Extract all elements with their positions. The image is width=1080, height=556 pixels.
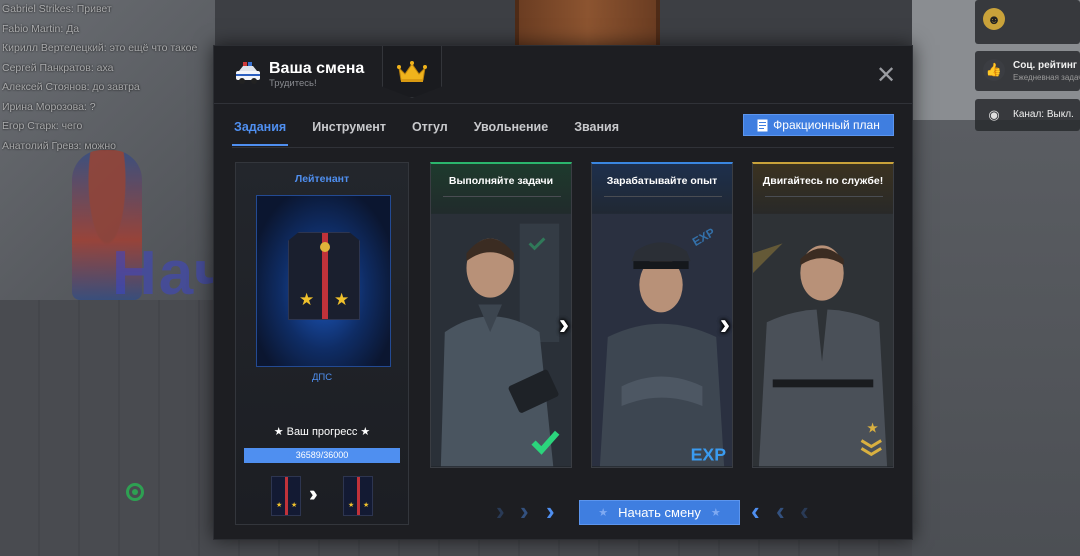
- chevron-right-icon: ›: [520, 496, 529, 526]
- chat-line: Gabriel Strikes: Привет: [2, 3, 112, 15]
- close-icon[interactable]: ✕: [874, 62, 898, 89]
- task-card-earn-exp: Зарабатывайте опыт EXP EXP: [591, 162, 733, 468]
- officer-arms-crossed-illustration: EXP EXP: [592, 213, 732, 467]
- police-car-icon: [236, 62, 260, 84]
- star-icon: ★: [710, 507, 721, 519]
- tab-bar: Задания Инструмент Отгул Увольнение Зван…: [232, 118, 621, 148]
- modal-title: Ваша смена: [269, 60, 365, 77]
- chat-line: Алексей Стоянов: до завтра: [2, 81, 140, 93]
- modal-subtitle: Трудитесь!: [269, 78, 317, 89]
- background-door: [515, 0, 660, 48]
- chevron-right-icon: ›: [496, 496, 505, 526]
- task-title: Выполняйте задачи: [448, 175, 554, 187]
- task-title: Зарабатывайте опыт: [606, 175, 718, 187]
- chat-line: Егор Старк: чего: [2, 120, 83, 132]
- hud-player-card: ☻: [975, 0, 1080, 44]
- hud-channel[interactable]: ◉ Канал: Выкл.: [975, 99, 1080, 131]
- channel-label: Канал: Выкл.: [1013, 109, 1074, 120]
- task-title: Двигайтесь по службе!: [762, 175, 884, 187]
- hud-rating[interactable]: 👍 Соц. рейтинг Ежедневная задача: [975, 51, 1080, 91]
- rank-title: Лейтенант: [294, 173, 350, 185]
- faction-plan-button[interactable]: Фракционный план: [743, 114, 894, 136]
- svg-text:EXP: EXP: [691, 444, 727, 464]
- rank-insignia-card: ★ ★: [256, 195, 391, 367]
- map-marker-icon: [126, 483, 144, 501]
- chat-line: Анатолий Гревз: можно: [2, 139, 116, 152]
- thumbs-up-icon: 👍: [983, 59, 1005, 81]
- progress-label: ★ Ваш прогресс ★: [273, 426, 371, 438]
- start-shift-button[interactable]: ★ Начать смену ★: [579, 500, 740, 525]
- current-rank-icon: ★ ★: [271, 476, 301, 516]
- star-icon: ★: [334, 290, 350, 309]
- crown-icon: [397, 60, 427, 82]
- next-rank-icon: ★ ★: [343, 476, 373, 516]
- tabs-divider: [232, 147, 894, 148]
- shift-modal: Ваша смена Трудитесь! ✕ Задания Инструме…: [213, 45, 913, 540]
- chat-line: Сергей Панкратов: аха: [2, 61, 114, 74]
- star-icon: ★: [598, 507, 609, 519]
- chat-line: Ирина Морозова: ?: [2, 100, 96, 113]
- rank-department: ДПС: [311, 372, 333, 383]
- modal-header: Ваша смена Трудитесь! ✕: [214, 46, 912, 104]
- radio-waves-icon: ◉: [988, 107, 1000, 122]
- chevron-left-icon: ‹: [751, 496, 760, 526]
- progress-text: 36589/36000: [295, 450, 349, 460]
- rating-subtitle: Ежедневная задача: [1013, 73, 1080, 82]
- chat-log: Gabriel Strikes: Привет Fabio Martin: Да…: [2, 0, 214, 156]
- avatar-icon: ☻: [983, 8, 1005, 30]
- rank-panel: Лейтенант ★ ★ ДПС ★ Ваш прогресс ★ 36589…: [235, 162, 409, 525]
- premium-crown-badge[interactable]: [382, 46, 442, 98]
- chevron-left-icon: ‹: [776, 496, 785, 526]
- svg-text:★: ★: [866, 421, 878, 437]
- officer-with-tablet-illustration: [431, 213, 571, 467]
- chevron-right-icon: ››: [309, 481, 317, 506]
- shoulder-board-icon: ★ ★: [288, 232, 360, 320]
- rating-title: Соц. рейтинг: [1013, 60, 1078, 71]
- chevron-left-icon: ‹: [800, 496, 809, 526]
- tab-ranks[interactable]: Звания: [572, 118, 621, 146]
- task-card-complete-tasks: Выполняйте задачи: [430, 162, 572, 468]
- progress-bar: 36589/36000: [244, 448, 400, 463]
- document-icon: [757, 119, 768, 131]
- chevron-right-icon: ›: [546, 496, 555, 526]
- start-shift-label: Начать смену: [618, 505, 701, 520]
- tab-time-off[interactable]: Отгул: [410, 118, 450, 146]
- chat-line: Fabio Martin: Да: [2, 22, 80, 35]
- tab-dismissal[interactable]: Увольнение: [472, 118, 550, 146]
- chat-line: Кирилл Вертелецкий: это ещё что такое: [2, 42, 198, 54]
- officer-standing-illustration: ★: [753, 213, 893, 467]
- faction-plan-label: Фракционный план: [773, 118, 880, 132]
- star-icon: ★: [299, 290, 315, 309]
- tab-tasks[interactable]: Задания: [232, 118, 289, 146]
- task-card-promotion: Двигайтесь по службе! ★: [752, 162, 894, 468]
- tab-tools[interactable]: Инструмент: [310, 118, 388, 146]
